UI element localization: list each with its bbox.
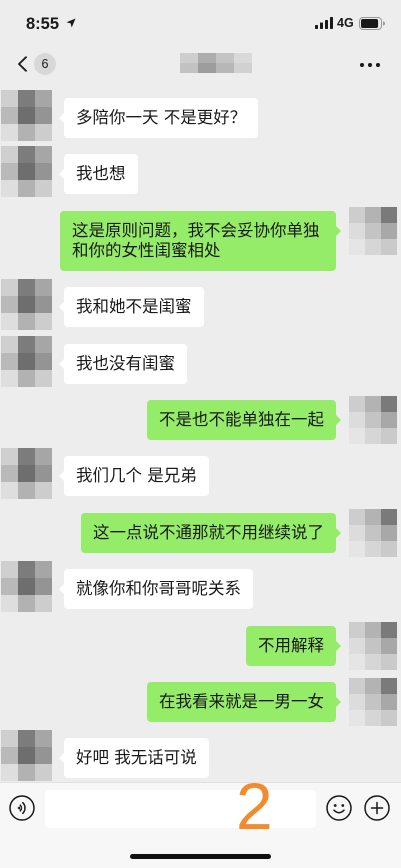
message-row: 多陪你一天 不是更好？: [0, 90, 401, 141]
status-time: 8:55: [26, 15, 60, 33]
unread-count-badge[interactable]: 6: [34, 53, 56, 75]
message-row: 这是原则问题，我不会妥协你单独和你的女性闺蜜相处: [0, 206, 401, 271]
message-bubble[interactable]: 我和她不是闺蜜: [59, 287, 204, 328]
my-avatar[interactable]: [349, 621, 397, 670]
signal-bar: [330, 17, 333, 29]
my-avatar[interactable]: [349, 677, 397, 726]
contact-avatar[interactable]: [1, 146, 52, 198]
contact-name-redacted: [180, 53, 252, 73]
status-bar: 8:55 4G: [0, 0, 401, 44]
contact-avatar[interactable]: [1, 561, 52, 613]
plus-circle-icon: [364, 795, 390, 821]
contact-avatar[interactable]: [1, 90, 52, 141]
contact-avatar[interactable]: [1, 448, 52, 500]
location-arrow-icon: [66, 18, 76, 28]
my-avatar[interactable]: [349, 395, 397, 444]
add-button[interactable]: [364, 795, 390, 821]
message-bubble[interactable]: 多陪你一天 不是更好？: [58, 98, 259, 138]
more-dots-icon: [360, 63, 380, 67]
contact-avatar[interactable]: [1, 279, 52, 331]
message-row: 好吧 我无话可说: [0, 730, 401, 782]
network-type: 4G: [337, 16, 354, 30]
battery-icon: [359, 17, 385, 30]
my-avatar[interactable]: [349, 206, 397, 255]
voice-icon: [9, 795, 35, 821]
signal-bar: [325, 20, 328, 29]
my-avatar[interactable]: [349, 508, 397, 557]
message-bubble[interactable]: 不是也不能单独在一起: [147, 399, 341, 440]
message-row: 不是也不能单独在一起: [0, 395, 401, 444]
message-list: 多陪你一天 不是更好？ 我也想这是原则问题，我不会妥协你单独和你的女性闺蜜相处我和…: [0, 86, 401, 782]
more-button[interactable]: [352, 50, 388, 80]
message-bubble[interactable]: 就像你和你哥哥呢关系: [59, 569, 253, 610]
message-row: 就像你和你哥哥呢关系: [0, 561, 401, 613]
wechat-chat-screen: { "status_bar": { "time": "8:55", "netwo…: [0, 0, 401, 868]
message-bubble[interactable]: 这一点说不通那就不用继续说了: [81, 512, 341, 553]
message-bubble[interactable]: 我也想: [59, 154, 138, 195]
message-row: 这一点说不通那就不用继续说了: [0, 508, 401, 557]
message-row: 我们几个 是兄弟: [0, 448, 401, 500]
message-row: 我也想: [0, 146, 401, 198]
chevron-left-icon: [18, 56, 27, 72]
battery-fill: [361, 19, 379, 28]
message-row: 在我看来就是一男一女: [0, 677, 401, 726]
message-row: 我也没有闺蜜: [0, 335, 401, 387]
emoji-button[interactable]: [326, 795, 352, 821]
emoji-icon: [326, 795, 352, 821]
input-bar: [0, 782, 401, 868]
cellular-signal-icon: [315, 17, 333, 29]
chat-header: 6: [0, 44, 401, 86]
contact-avatar[interactable]: [1, 730, 52, 782]
annotation-number: 2: [236, 769, 273, 843]
home-indicator[interactable]: [130, 854, 271, 859]
message-bubble[interactable]: 不用解释: [246, 625, 341, 666]
back-button[interactable]: [12, 52, 32, 78]
message-row: 我和她不是闺蜜: [0, 279, 401, 331]
signal-bar: [315, 25, 318, 29]
contact-avatar[interactable]: [1, 335, 52, 387]
message-bubble[interactable]: 在我看来就是一男一女: [147, 681, 341, 722]
voice-button[interactable]: [9, 795, 35, 821]
message-bubble[interactable]: 我也没有闺蜜: [59, 343, 187, 384]
message-bubble[interactable]: 这是原则问题，我不会妥协你单独和你的女性闺蜜相处: [60, 210, 341, 271]
message-bubble[interactable]: 好吧 我无话可说: [59, 738, 209, 779]
message-row: 不用解释: [0, 621, 401, 670]
signal-bar: [320, 22, 323, 29]
message-bubble[interactable]: 我们几个 是兄弟: [59, 456, 209, 497]
chat-area[interactable]: 多陪你一天 不是更好？ 我也想这是原则问题，我不会妥协你单独和你的女性闺蜜相处我和…: [0, 86, 401, 782]
message-input[interactable]: [45, 790, 316, 828]
